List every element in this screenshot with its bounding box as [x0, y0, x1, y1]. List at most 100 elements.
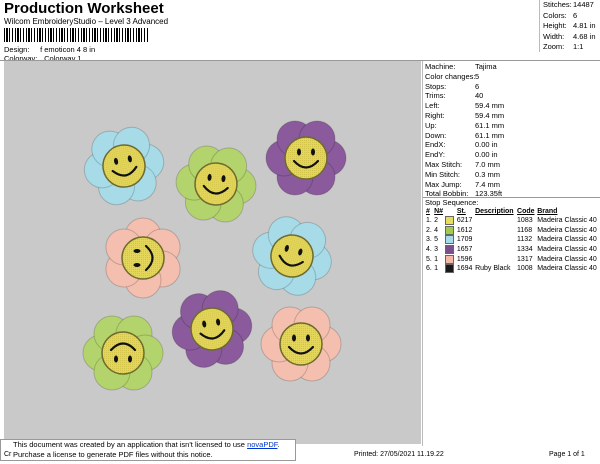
- cell-n: 2: [434, 217, 439, 225]
- cell-description: [474, 235, 516, 245]
- info-max-jump: Max Jump: 7.4 mm: [425, 179, 501, 189]
- cell-code: 1334: [517, 246, 533, 254]
- info-trims: Trims: 40: [425, 91, 484, 101]
- cell-st: 6217: [456, 217, 473, 225]
- flower-peach-middle-left: [105, 217, 181, 299]
- col-header-num: #: [426, 208, 430, 215]
- cell-code: 1008: [517, 265, 533, 273]
- cell-description: [474, 226, 516, 236]
- info-max-stitch: Max Stitch: 7.0 mm: [425, 159, 501, 169]
- cell-brand: Madeira Classic 40: [537, 255, 597, 263]
- table-header: # N# St. Description Code Brand: [425, 207, 600, 216]
- flower-purple-bottom-center: [171, 290, 253, 368]
- cell-n: 5: [434, 236, 439, 244]
- stats-panel: Stitches:14487 Colors: 6 Height: 4.81 in W…: [539, 0, 600, 52]
- stat-zoom: Zoom: 1:1: [543, 42, 584, 51]
- color-swatch: [445, 216, 455, 226]
- page-number: Page 1 of 1: [549, 451, 585, 458]
- design-preview: [4, 61, 421, 444]
- info-right: Right: 59.4 mm: [425, 110, 505, 120]
- flower-blue-middle-right: [252, 216, 332, 296]
- flower-purple-top-right: [265, 120, 347, 196]
- notice-line1: This document was created by an applicat…: [13, 440, 248, 449]
- stop-sequence-table: # N# St. Description Code Brand 1. 2 6217 1…: [425, 207, 600, 274]
- table-row: 6. 1 1694 Ruby Black 1008 Madeira Classic 40: [425, 264, 600, 274]
- col-header-st: St.: [456, 208, 466, 215]
- barcode: [4, 28, 148, 42]
- col-header-n: N#: [434, 208, 444, 215]
- app-subtitle: Wilcom EmbroideryStudio – Level 3 Advanc…: [4, 17, 169, 26]
- cell-code: 1168: [517, 226, 533, 234]
- cell-n: 1: [434, 255, 439, 263]
- machine-info: Machine: Tajima Color changes:5 Stops: 6 T…: [425, 62, 600, 199]
- design-value: f emoticon 4 8 in: [40, 45, 96, 54]
- color-swatch: [445, 245, 455, 255]
- embroidery-design: [82, 120, 347, 391]
- cell-brand: Madeira Classic 40: [537, 236, 597, 244]
- table-row: 1. 2 6217 1083 Madeira Classic 40: [425, 216, 600, 226]
- cell-num: 1.: [426, 217, 432, 225]
- stat-colors: Colors: 6: [543, 10, 578, 20]
- info-down: Down: 61.1 mm: [425, 130, 505, 140]
- cell-num: 4.: [426, 246, 432, 254]
- info-left: Left: 59.4 mm: [425, 101, 505, 111]
- col-header-color: [444, 207, 455, 216]
- color-swatch: [445, 254, 455, 264]
- table-row: 3. 5 1709 1132 Madeira Classic 40: [425, 235, 600, 245]
- printed-timestamp: Printed: 27/05/2021 11.19.22: [354, 451, 444, 458]
- cell-swatch: [444, 225, 455, 236]
- page-title: Production Worksheet: [4, 0, 164, 17]
- cell-brand: Madeira Classic 40: [537, 246, 597, 254]
- notice-line2: Purchase a license to generate PDF files…: [13, 450, 213, 459]
- cell-st: 1596: [456, 255, 473, 263]
- cell-st: 1657: [456, 246, 473, 254]
- info-color-changes: Color changes:5: [425, 71, 480, 81]
- stat-height: Height: 4.81 in: [543, 21, 596, 30]
- stat-width: Width: 4.68 in: [543, 31, 596, 41]
- cell-n: 1: [434, 265, 439, 273]
- cell-num: 6.: [426, 265, 432, 273]
- cell-num: 3.: [426, 236, 432, 244]
- info-min-stitch: Min Stitch: 0.3 mm: [425, 169, 501, 179]
- novapdf-link[interactable]: novaPDF: [247, 440, 277, 449]
- cell-code: 1083: [517, 217, 533, 225]
- cell-n: 4: [434, 226, 439, 234]
- info-endx: EndX: 0.00 in: [425, 140, 498, 150]
- info-endy: EndY: 0.00 in: [425, 150, 498, 160]
- cell-brand: Madeira Classic 40: [537, 265, 597, 273]
- cell-description: Ruby Black: [475, 265, 511, 273]
- col-header-description: Description: [475, 208, 514, 215]
- license-notice: This document was created by an applicat…: [0, 439, 296, 461]
- color-swatch: [445, 264, 455, 274]
- cell-code: 1132: [517, 236, 533, 244]
- cell-brand: Madeira Classic 40: [537, 226, 597, 234]
- cell-description: [474, 245, 516, 255]
- cell-swatch: [444, 235, 455, 245]
- table-row: 4. 3 1657 1334 Madeira Classic 40: [425, 245, 600, 255]
- flower-green-top: [175, 145, 257, 223]
- cell-st: 1694: [456, 265, 473, 273]
- cell-n: 3: [434, 246, 439, 254]
- panel-divider: [422, 61, 423, 446]
- col-header-code: Code: [517, 208, 535, 215]
- col-header-brand: Brand: [537, 208, 558, 215]
- cell-code: 1317: [517, 255, 533, 263]
- cell-st: 1612: [456, 226, 473, 234]
- cell-swatch: [444, 245, 455, 255]
- info-up: Up: 61.1 mm: [425, 120, 505, 130]
- stop-sequence-title: Stop Sequence:: [425, 198, 479, 207]
- cell-description: [474, 254, 516, 264]
- cell-num: 2.: [426, 226, 432, 234]
- cell-num: 5.: [426, 255, 432, 263]
- color-swatch: [445, 235, 455, 245]
- design-row: Design: f emoticon 4 8 in: [4, 45, 95, 54]
- cell-brand: Madeira Classic 40: [537, 217, 597, 225]
- cell-swatch: [444, 264, 455, 274]
- footer-left: Cr: [4, 451, 12, 458]
- color-swatch: [445, 225, 455, 235]
- flower-green-bottom-left: [82, 315, 164, 391]
- info-machine: Machine: Tajima: [425, 62, 497, 71]
- table-row: 2. 4 1612 1168 Madeira Classic 40: [425, 225, 600, 236]
- info-stops: Stops: 6: [425, 81, 480, 91]
- stat-stitches: Stitches:14487: [543, 0, 594, 9]
